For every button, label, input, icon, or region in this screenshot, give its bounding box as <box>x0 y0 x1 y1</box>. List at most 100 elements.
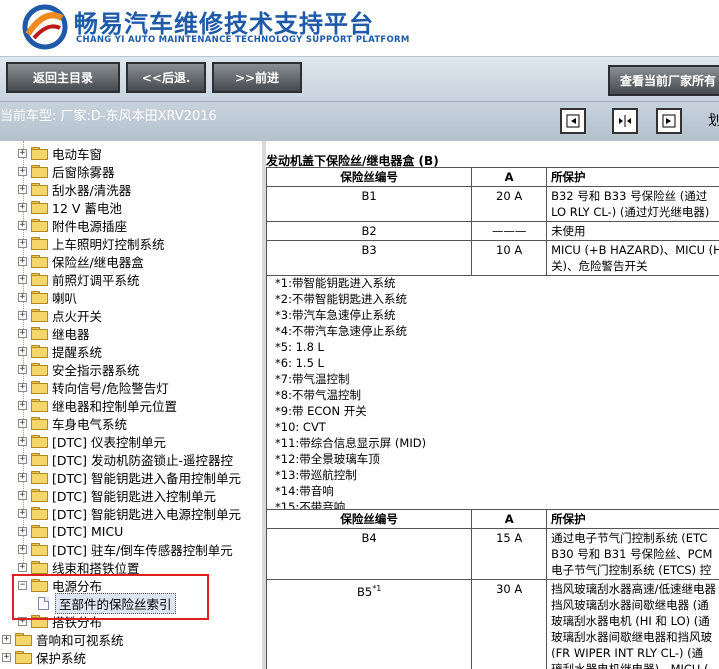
back-button[interactable]: <<后退. <box>126 62 206 93</box>
expand-icon[interactable]: + <box>18 418 27 428</box>
col-amp: A <box>471 509 548 529</box>
footnote: *10: CVT <box>275 420 326 434</box>
col-fuse-no: 保险丝编号 <box>266 509 473 529</box>
footnote: *7:带气温控制 <box>275 372 350 386</box>
tree-item[interactable]: + [DTC] 智能钥匙进入电源控制单元 <box>18 504 241 522</box>
expand-icon[interactable]: + <box>18 274 27 284</box>
expand-icon[interactable]: + <box>18 382 27 392</box>
expand-icon[interactable]: + <box>18 292 27 302</box>
folder-icon <box>31 525 48 538</box>
folder-icon <box>31 291 48 304</box>
tree-item[interactable]: + 电动车窗 <box>18 144 102 162</box>
tree-item[interactable]: + [DTC] 仪表控制单元 <box>18 432 166 450</box>
expand-icon[interactable]: + <box>18 526 27 536</box>
tree-item[interactable]: + 保险丝/继电器盒 <box>18 252 144 270</box>
tree-item[interactable]: + [DTC] MICU <box>18 522 123 540</box>
circuit-line: 挡风玻璃刮水器高速/低速继电器 <box>551 582 716 596</box>
tree-item-label: 喇叭 <box>52 290 78 306</box>
folder-icon <box>31 309 48 322</box>
expand-icon[interactable]: + <box>18 238 27 248</box>
expand-icon[interactable]: + <box>18 436 27 446</box>
tree-item-label: 安全指示器系统 <box>52 362 140 378</box>
tree-item[interactable]: + 安全指示器系统 <box>18 360 140 378</box>
view-all-button[interactable]: 查看当前厂家所有 <box>608 65 719 96</box>
circuit-line: 挡风玻璃刮水器间歇继电器 (通 <box>551 598 709 612</box>
expand-icon[interactable]: + <box>18 310 27 320</box>
table-row: B2 ——— 未使用 <box>266 221 719 241</box>
expand-icon[interactable]: + <box>18 472 27 482</box>
tree-item[interactable]: + [DTC] 驻车/倒车传感器控制单元 <box>18 540 233 558</box>
folder-icon <box>31 327 48 340</box>
circuit-line: 电子节气门控制系统 (ETCS) 控 <box>551 563 712 577</box>
tree-root-item[interactable]: + 音响和可视系统 <box>2 630 124 648</box>
tree-root-item[interactable]: + 保护系统 <box>2 648 86 666</box>
expand-icon[interactable]: + <box>18 202 27 212</box>
folder-icon <box>15 651 32 664</box>
frame-left-icon[interactable] <box>560 108 586 134</box>
expand-icon[interactable]: + <box>18 256 27 266</box>
col-protected: 所保护 <box>546 509 719 529</box>
footnote: *3:带汽车急速停止系统 <box>275 308 396 322</box>
fuse-number-cell: B4 <box>266 528 473 580</box>
folder-icon <box>31 453 48 466</box>
frame-split-icon[interactable] <box>612 108 638 134</box>
fuse-number-cell: B2 <box>266 221 473 241</box>
tree-item-label: [DTC] 驻车/倒车传感器控制单元 <box>52 542 233 558</box>
expand-icon[interactable]: + <box>18 328 27 338</box>
frame-right-icon[interactable] <box>656 108 682 134</box>
expand-icon[interactable]: + <box>18 562 27 572</box>
expand-icon[interactable]: + <box>18 364 27 374</box>
tree-item[interactable]: + [DTC] 智能钥匙进入控制单元 <box>18 486 216 504</box>
footnote: *11:带综合信息显示屏 (MID) <box>275 436 427 450</box>
footnote-ref: *1 <box>372 584 382 593</box>
folder-icon <box>31 543 48 556</box>
folder-icon <box>31 219 48 232</box>
car-model-bar: 当前车型: 厂家:D-东风本田XRV2016 划 <box>0 101 719 141</box>
circuit-line: 玻璃刮水器间歇继电器和挡风玻 <box>551 630 713 644</box>
tree-item[interactable]: +12 V 蓄电池 <box>18 198 122 216</box>
expand-icon[interactable]: + <box>18 220 27 230</box>
fuse-number: B2 <box>361 224 377 238</box>
expand-icon[interactable]: + <box>18 544 27 554</box>
tree-item[interactable]: + 继电器和控制单元位置 <box>18 396 177 414</box>
expand-icon[interactable]: + <box>18 166 27 176</box>
expand-icon[interactable]: + <box>18 148 27 158</box>
col-fuse-no: 保险丝编号 <box>266 167 473 187</box>
tree-item-label: 附件电源插座 <box>52 218 128 234</box>
fuse-number-cell: B1 <box>266 186 473 222</box>
tree-item[interactable]: + 喇叭 <box>18 288 77 306</box>
expand-icon[interactable]: + <box>18 400 27 410</box>
tree-item[interactable]: + 转向信号/危险警告灯 <box>18 378 169 396</box>
expand-icon[interactable]: + <box>18 184 27 194</box>
tree-item[interactable]: + 后窗除雾器 <box>18 162 115 180</box>
amp-cell: 15 A <box>471 528 548 580</box>
tree-item-label: [DTC] 仪表控制单元 <box>52 434 166 450</box>
tree-item[interactable]: + 前照灯调平系统 <box>18 270 140 288</box>
tree-item[interactable]: + 上车照明灯控制系统 <box>18 234 165 252</box>
forward-button[interactable]: >>前进 <box>212 62 302 93</box>
expand-icon[interactable]: + <box>2 634 11 644</box>
circuit-line: 通过电子节气门控制系统 (ETC <box>551 531 708 545</box>
tree-item[interactable]: + 点火开关 <box>18 306 102 324</box>
folder-icon <box>15 633 32 646</box>
folder-icon <box>31 507 48 520</box>
tree-item[interactable]: + 车身电气系统 <box>18 414 127 432</box>
tree-item[interactable]: + [DTC] 智能钥匙进入备用控制单元 <box>18 468 241 486</box>
expand-icon[interactable]: + <box>18 346 27 356</box>
tree-item[interactable]: + [DTC] 发动机防盗锁止-遥控器控 <box>18 450 233 468</box>
tree-item-label: 刮水器/清洗器 <box>52 182 132 198</box>
tree-item-label: [DTC] 智能钥匙进入电源控制单元 <box>52 506 241 522</box>
expand-icon[interactable]: + <box>2 652 11 662</box>
tree-item-label: 音响和可视系统 <box>36 632 124 648</box>
tree-item[interactable]: + 刮水器/清洗器 <box>18 180 131 198</box>
navigation-tree: + 电动车窗 + 后窗除雾器 + 刮水器/清洗器 +12 V 蓄电池 + 附件电源插座 + 上车照明… <box>0 141 262 669</box>
tree-item[interactable]: + 提醒系统 <box>18 342 102 360</box>
expand-icon[interactable]: + <box>18 454 27 464</box>
folder-icon <box>31 417 48 430</box>
expand-icon[interactable]: + <box>18 490 27 500</box>
folder-icon <box>31 183 48 196</box>
home-button[interactable]: 返回主目录 <box>6 62 120 93</box>
expand-icon[interactable]: + <box>18 508 27 518</box>
tree-item[interactable]: + 附件电源插座 <box>18 216 127 234</box>
tree-item[interactable]: + 继电器 <box>18 324 90 342</box>
